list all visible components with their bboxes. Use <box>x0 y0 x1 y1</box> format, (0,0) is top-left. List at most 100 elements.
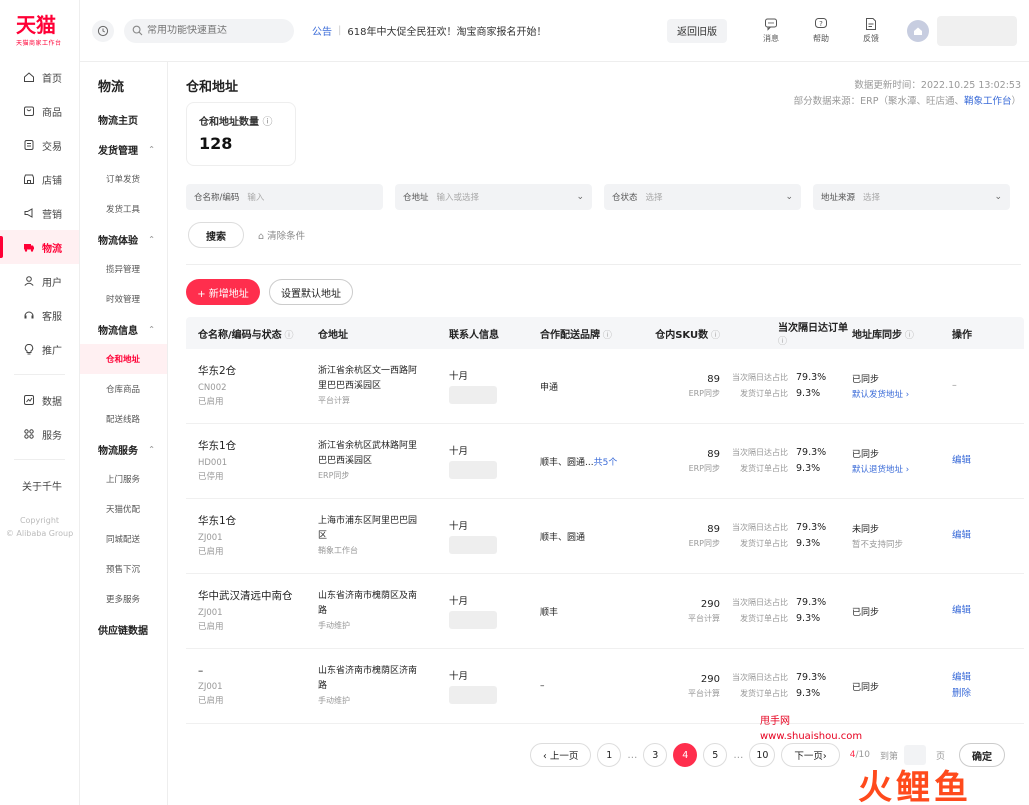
page-button[interactable]: 1 <box>597 743 622 767</box>
top-action-label: 消息 <box>763 34 779 43</box>
subnav-item[interactable]: 订单发货 <box>80 164 167 194</box>
subnav-home[interactable]: 物流主页 <box>80 104 167 134</box>
ratio-value: 79.3% <box>796 597 827 608</box>
table-header-cell: 仓内SKU数 ⓘ <box>650 326 720 341</box>
chevron-down-icon[interactable]: ⌄ <box>994 192 1002 202</box>
warehouse-cell: 华中武汉清远中南仓 ZJ001 已启用 <box>186 588 318 634</box>
nav-item-home[interactable]: 首页 <box>0 60 79 94</box>
address-cell: 浙江省余杭区文一西路阿 里巴巴西溪园区 平台计算 <box>318 364 449 408</box>
top-bar: 公告 | 618年中大促全民狂欢！淘宝商家报名开始！ 返回旧版 消息? 帮助 反馈 <box>80 0 1029 62</box>
back-to-old-button[interactable]: 返回旧版 <box>667 18 727 43</box>
subnav-item[interactable]: 预售下沉 <box>80 554 167 584</box>
avatar[interactable] <box>907 19 929 42</box>
search-button[interactable]: 搜索 <box>188 222 244 248</box>
notice-tag[interactable]: 公告 <box>312 23 332 38</box>
subnav-group[interactable]: 物流服务 ⌃ <box>80 434 167 464</box>
table-header-cell: 合作配送品牌 ⓘ <box>540 326 650 341</box>
subnav-item[interactable]: 仓库商品 <box>80 374 167 404</box>
nav-item-promotion[interactable]: 推广 <box>0 332 79 366</box>
quick-search[interactable] <box>124 18 294 43</box>
feedback-button[interactable]: 反馈 <box>849 17 893 44</box>
page-button[interactable]: 10 <box>749 743 776 767</box>
info-icon[interactable]: ⓘ <box>600 331 612 341</box>
search-input[interactable] <box>147 25 287 36</box>
subnav-item[interactable]: 配送线路 <box>80 404 167 434</box>
sku-source: ERP同步 <box>688 388 720 398</box>
edit-link[interactable]: 编辑 <box>952 670 990 686</box>
subnav-group-label: 物流服务 <box>98 445 138 457</box>
info-icon[interactable]: ⓘ <box>282 331 294 341</box>
address-line: 巴巴西溪园区 <box>318 456 373 466</box>
nav-item-logistics[interactable]: 物流 <box>0 230 79 264</box>
history-button[interactable] <box>92 19 114 42</box>
subnav-group[interactable]: 物流信息 ⌃ <box>80 314 167 344</box>
set-default-address-button[interactable]: 设置默认地址 <box>269 279 353 305</box>
nav-item-goods[interactable]: 商品 <box>0 94 79 128</box>
default-address-link[interactable]: 默认退货地址 › <box>852 463 950 475</box>
nav-item-marketing[interactable]: 营销 <box>0 196 79 230</box>
subnav-item[interactable]: 更多服务 <box>80 584 167 614</box>
subnav-group[interactable]: 发货管理 ⌃ <box>80 134 167 164</box>
info-icon[interactable]: ⓘ <box>262 117 272 128</box>
filter-field[interactable]: 仓名称/编码 输入 <box>186 184 383 210</box>
subnav-item[interactable]: 时效管理 <box>80 284 167 314</box>
subnav-item[interactable]: 上门服务 <box>80 464 167 494</box>
chevron-down-icon[interactable]: ⌄ <box>576 192 584 202</box>
subnav-item[interactable]: 揽异管理 <box>80 254 167 284</box>
delete-link[interactable]: 删除 <box>952 686 990 702</box>
chevron-down-icon[interactable]: ⌄ <box>785 192 793 202</box>
edit-link[interactable]: 编辑 <box>952 603 990 619</box>
default-address-link[interactable]: 默认发货地址 › <box>852 388 950 400</box>
delivery-brands: 顺丰、圆通... <box>540 457 594 468</box>
page-button[interactable]: 3 <box>643 743 668 767</box>
nav-item-apps[interactable]: 服务 <box>0 417 79 451</box>
subnav-item[interactable]: 同城配送 <box>80 524 167 554</box>
nav-item-store[interactable]: 店铺 <box>0 162 79 196</box>
prev-page-button[interactable]: ‹ 上一页 <box>530 743 592 767</box>
brand-logo[interactable]: 天猫 天猫商家工作台 <box>0 0 79 60</box>
info-icon[interactable]: ⓘ <box>778 337 787 347</box>
address-line: 浙江省余杭区武林路阿里 <box>318 441 418 451</box>
warehouse-state: 已启用 <box>198 622 224 632</box>
clear-conditions-button[interactable]: ⌂ 清除条件 <box>258 228 305 242</box>
ratio-label: 当次隔日达占比 <box>732 673 788 682</box>
filter-placeholder: 选择 <box>863 193 881 203</box>
page-button[interactable]: 5 <box>703 743 728 767</box>
nav-item-trade[interactable]: 交易 <box>0 128 79 162</box>
notice-text[interactable]: 618年中大促全民狂欢！淘宝商家报名开始！ <box>347 23 546 38</box>
filter-field[interactable]: 仓地址 输入或选择 ⌄ <box>395 184 592 210</box>
nav-item-service[interactable]: 客服 <box>0 298 79 332</box>
nav-item-data[interactable]: 数据 <box>0 383 79 417</box>
page-ellipsis[interactable]: … <box>627 750 637 761</box>
data-source: 部分数据来源：ERP（聚水潭、旺店通、鞘象工作台） <box>794 94 1021 110</box>
nav-item-user[interactable]: 用户 <box>0 264 79 298</box>
source-link[interactable]: 鞘象工作台 <box>964 96 1012 107</box>
subnav-group[interactable]: 物流体验 ⌃ <box>80 224 167 254</box>
info-icon[interactable]: ⓘ <box>902 331 914 341</box>
info-icon[interactable]: ⓘ <box>708 331 720 341</box>
edit-link[interactable]: 编辑 <box>952 528 990 544</box>
page-ellipsis[interactable]: … <box>733 750 743 761</box>
help-button[interactable]: ? 帮助 <box>799 17 843 44</box>
page-button[interactable]: 4 <box>673 743 698 767</box>
warehouse-state: 已启用 <box>198 547 224 557</box>
subnav-supply-chain-data[interactable]: 供应链数据 <box>80 614 167 644</box>
sync-status: 已同步 <box>852 375 880 385</box>
subnav-item[interactable]: 发货工具 <box>80 194 167 224</box>
filter-field[interactable]: 仓状态 选择 ⌄ <box>604 184 801 210</box>
subnav-item[interactable]: 仓和地址 <box>80 344 167 374</box>
user-name-blurred[interactable] <box>937 15 1017 46</box>
copyright-line: Copyright <box>19 516 60 525</box>
next-page-button[interactable]: 下一页› <box>781 743 840 767</box>
subnav-item[interactable]: 天猫优配 <box>80 494 167 524</box>
message-button[interactable]: 消息 <box>749 17 793 44</box>
edit-link[interactable]: 编辑 <box>952 453 990 469</box>
filter-field[interactable]: 地址来源 选择 ⌄ <box>813 184 1010 210</box>
apps-icon <box>22 427 36 441</box>
ratio-value: 9.3% <box>796 688 821 699</box>
header-label: 地址库同步 <box>852 329 902 341</box>
trade-icon <box>22 138 36 152</box>
brand-more-link[interactable]: 共5个 <box>594 458 618 468</box>
add-address-button[interactable]: + 新增地址 <box>186 279 260 305</box>
about-qianniu-link[interactable]: 关于千牛 <box>0 468 79 502</box>
